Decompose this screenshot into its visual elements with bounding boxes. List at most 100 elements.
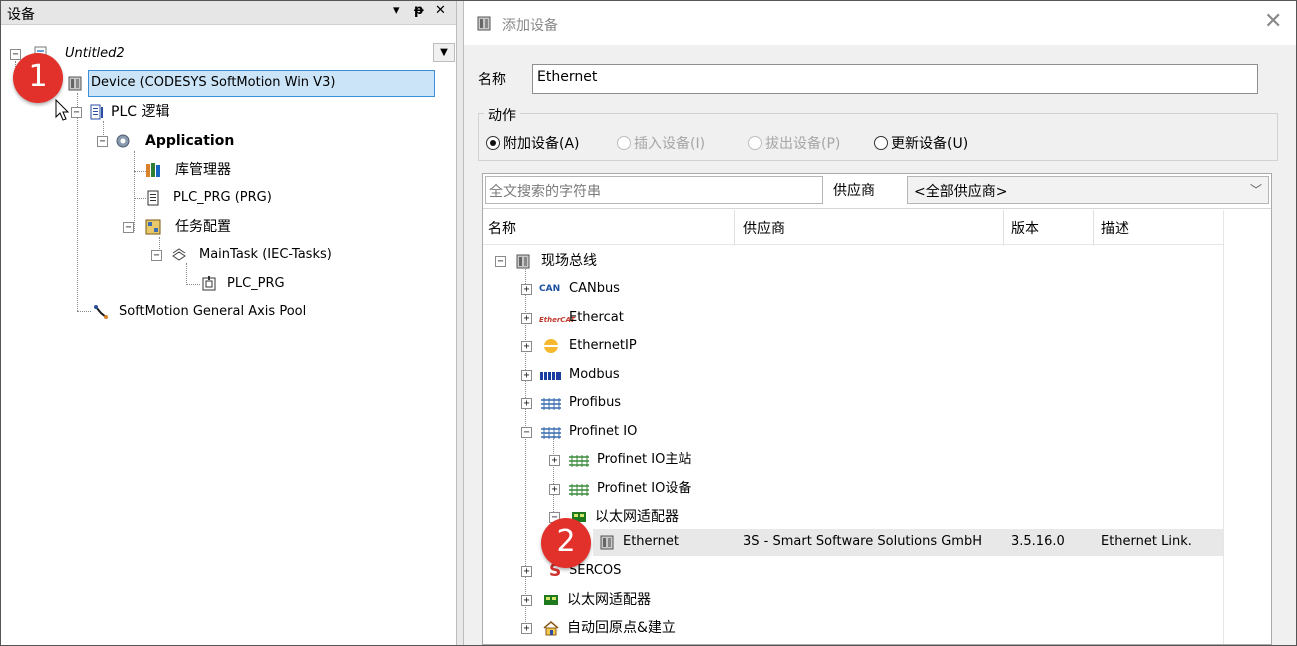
document-icon <box>147 190 159 206</box>
column-header-version[interactable]: 版本 <box>1011 218 1039 238</box>
list-item-homing[interactable]: + 自动回原点&建立 <box>521 617 921 639</box>
list-item-label: Ethernet <box>623 534 679 549</box>
list-item-profinet-io[interactable]: − Profinet IO <box>521 421 921 443</box>
list-item-label: Profinet IO <box>569 424 638 439</box>
ethernet-adapter-icon <box>544 595 558 605</box>
expand-icon[interactable]: + <box>521 623 532 634</box>
program-call-icon <box>202 276 216 291</box>
tree-item-library-manager[interactable]: 库管理器 <box>143 159 443 181</box>
tree-dropdown-button[interactable]: ▼ <box>433 43 455 62</box>
expand-icon[interactable]: + <box>549 484 560 495</box>
column-header-name[interactable]: 名称 <box>488 218 516 238</box>
list-item-profibus[interactable]: + Profibus <box>521 392 921 414</box>
tree-item-task-config[interactable]: − 任务配置 <box>123 216 423 238</box>
tree-item-label: 任务配置 <box>175 219 231 235</box>
radio-icon <box>874 136 888 150</box>
list-item-label: CANbus <box>569 281 620 296</box>
tree-item-label: Untitled2 <box>65 46 125 61</box>
radio-label: 更新设备(U) <box>891 136 969 152</box>
list-item-profinet-master[interactable]: + Profinet IO主站 <box>549 449 949 471</box>
profinet-icon <box>569 484 589 496</box>
panel-pin-icon[interactable]: ᵽ <box>414 3 424 18</box>
tree-item-plc-prg[interactable]: PLC_PRG (PRG) <box>143 187 443 209</box>
list-item-ethercat[interactable]: + EtherCAT Ethercat <box>521 307 921 329</box>
list-item-label: Profinet IO设备 <box>597 481 692 496</box>
tree-item-maintask[interactable]: − MainTask (IEC-Tasks) <box>151 244 451 266</box>
tree-item-application[interactable]: − Application <box>97 130 397 152</box>
list-item-ethernetip[interactable]: + EthernetIP <box>521 335 921 357</box>
expand-icon[interactable]: + <box>521 595 532 606</box>
list-item-ethernet-adapter[interactable]: − 以太网适配器 <box>549 506 949 528</box>
list-item-label: 自动回原点&建立 <box>567 620 676 636</box>
modbus-icon <box>540 372 561 380</box>
catalog-scrollbar[interactable] <box>1223 210 1269 644</box>
list-item-profinet-device[interactable]: + Profinet IO设备 <box>549 478 949 500</box>
tree-item-device[interactable]: Device (CODESYS SoftMotion Win V3) <box>61 72 431 94</box>
list-item-label: 以太网适配器 <box>567 592 651 608</box>
dialog-title: 添加设备 <box>502 18 558 34</box>
collapse-icon[interactable]: − <box>521 427 532 438</box>
gear-icon <box>116 134 130 148</box>
collapse-icon[interactable]: − <box>495 256 506 267</box>
panel-menu-icon[interactable]: ▾ <box>393 3 400 18</box>
expand-icon[interactable]: + <box>521 284 532 295</box>
tree-item-label: PLC 逻辑 <box>111 104 170 120</box>
column-divider <box>1093 210 1094 246</box>
radio-plug-device[interactable]: 拔出设备(P) <box>748 133 840 153</box>
close-icon[interactable]: ✕ <box>1264 9 1282 34</box>
list-item-fieldbus[interactable]: − 现场总线 <box>495 250 995 272</box>
device-icon <box>600 535 614 550</box>
expand-icon[interactable]: + <box>521 313 532 324</box>
list-item-label: 现场总线 <box>541 253 597 269</box>
list-item-label: 以太网适配器 <box>595 509 679 525</box>
radio-insert-device[interactable]: 插入设备(I) <box>617 133 705 153</box>
tree-item-plc-logic[interactable]: − PLC 逻辑 <box>71 101 371 123</box>
expand-icon[interactable]: + <box>521 398 532 409</box>
collapse-icon[interactable]: − <box>151 250 162 261</box>
tree-line <box>77 311 91 312</box>
devices-panel: 设备 ▾ ᵽ ✕ ▼ − Untitled2 Device (CODESYS S… <box>1 1 456 645</box>
divider <box>483 208 1271 209</box>
task-config-icon <box>145 219 161 235</box>
home-icon <box>543 621 559 636</box>
radio-label: 附加设备(A) <box>503 136 580 152</box>
list-item-ethernet-adapter-2[interactable]: + 以太网适配器 <box>521 589 921 611</box>
list-item-sercos[interactable]: + S SERCOS <box>521 560 921 582</box>
collapse-icon[interactable]: − <box>97 136 108 147</box>
list-item-label: EthernetIP <box>569 338 637 353</box>
column-divider <box>1003 210 1004 246</box>
tree-line <box>186 263 187 285</box>
tree-scrollbar[interactable] <box>433 63 455 645</box>
radio-label: 插入设备(I) <box>634 136 706 152</box>
vendor-select-value: <全部供应商> <box>914 184 1008 200</box>
tree-item-label: MainTask (IEC-Tasks) <box>199 247 332 262</box>
name-field[interactable]: Ethernet <box>532 64 1258 94</box>
list-item-label: Modbus <box>569 367 620 382</box>
radio-icon <box>748 136 762 150</box>
collapse-icon[interactable]: − <box>123 222 134 233</box>
collapse-icon[interactable]: − <box>71 107 82 118</box>
plc-logic-icon <box>90 104 103 120</box>
list-item-canbus[interactable]: + CAN CANbus <box>521 278 921 300</box>
list-item-modbus[interactable]: + Modbus <box>521 364 921 386</box>
profinet-icon <box>541 427 561 439</box>
list-item-ethernet[interactable]: Ethernet 3S - Smart Software Solutions G… <box>593 531 1233 553</box>
column-header-vendor[interactable]: 供应商 <box>743 218 785 238</box>
expand-icon[interactable]: + <box>521 566 532 577</box>
panel-close-icon[interactable]: ✕ <box>435 3 446 18</box>
device-icon <box>68 76 82 91</box>
tree-item-plc-prg-call[interactable]: PLC_PRG <box>199 273 399 295</box>
expand-icon[interactable]: + <box>521 370 532 381</box>
tree-item-axis-pool[interactable]: SoftMotion General Axis Pool <box>91 301 411 323</box>
tree-item-project[interactable]: − Untitled2 <box>9 43 409 65</box>
vendor-select[interactable]: <全部供应商> ﹀ <box>907 176 1269 204</box>
collapse-icon[interactable]: − <box>10 49 21 60</box>
column-header-description[interactable]: 描述 <box>1101 218 1129 238</box>
expand-icon[interactable]: + <box>521 341 532 352</box>
panel-splitter[interactable] <box>456 1 464 645</box>
fulltext-search-input[interactable]: 全文搜索的字符串 <box>485 176 823 204</box>
expand-icon[interactable]: + <box>549 455 560 466</box>
radio-update-device[interactable]: 更新设备(U) <box>874 133 968 153</box>
radio-append-device[interactable]: 附加设备(A) <box>486 133 580 153</box>
task-icon <box>172 248 186 261</box>
